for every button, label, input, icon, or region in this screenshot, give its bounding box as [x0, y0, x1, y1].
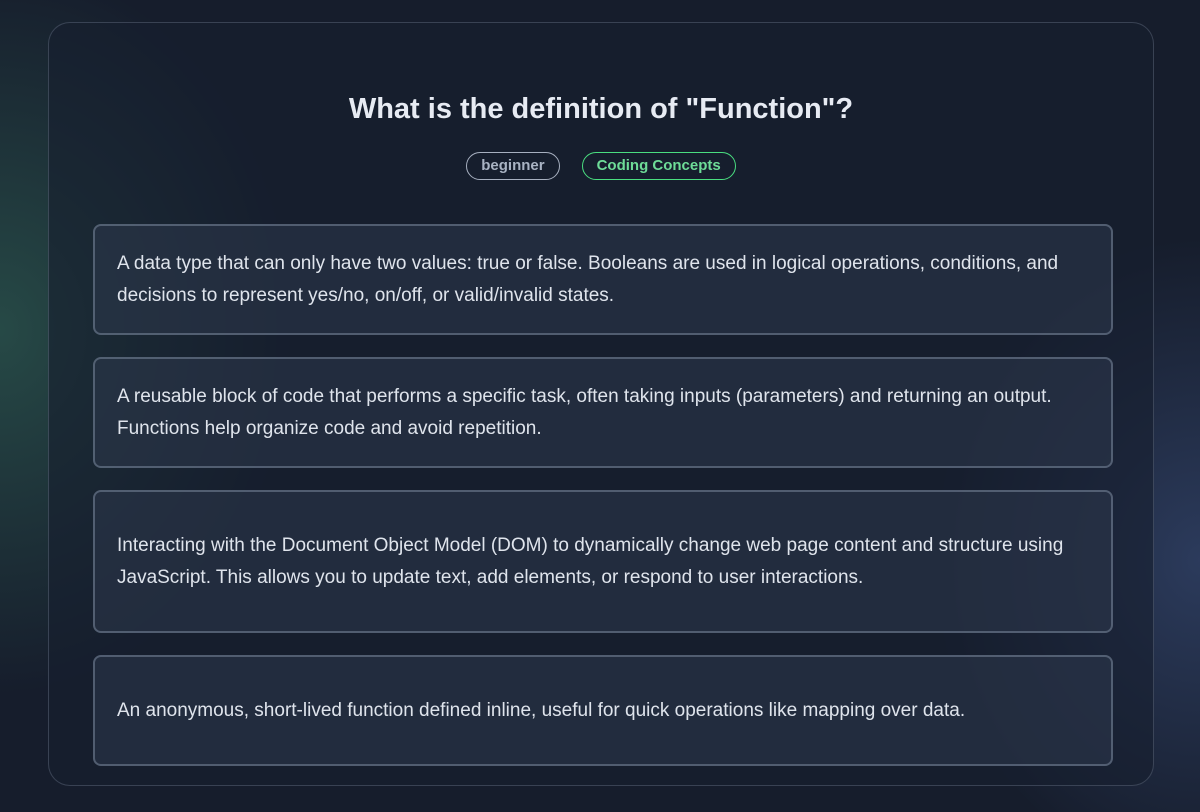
difficulty-badge: beginner — [466, 152, 560, 180]
answer-option-text: An anonymous, short-lived function defin… — [117, 699, 966, 721]
answer-option-text: A reusable block of code that performs a… — [117, 385, 1052, 439]
answer-option-text: A data type that can only have two value… — [117, 252, 1059, 306]
answer-option-3[interactable]: Interacting with the Document Object Mod… — [93, 490, 1113, 633]
answer-option-2[interactable]: A reusable block of code that performs a… — [93, 357, 1113, 468]
answer-option-text: Interacting with the Document Object Mod… — [117, 534, 1064, 588]
quiz-card: What is the definition of "Function"? be… — [48, 22, 1154, 786]
question-title: What is the definition of "Function"? — [348, 93, 854, 125]
answer-option-4[interactable]: An anonymous, short-lived function defin… — [93, 655, 1113, 766]
category-badge: Coding Concepts — [581, 152, 736, 180]
tag-row: beginner Coding Concepts — [49, 152, 1153, 180]
answer-option-1[interactable]: A data type that can only have two value… — [93, 224, 1113, 335]
